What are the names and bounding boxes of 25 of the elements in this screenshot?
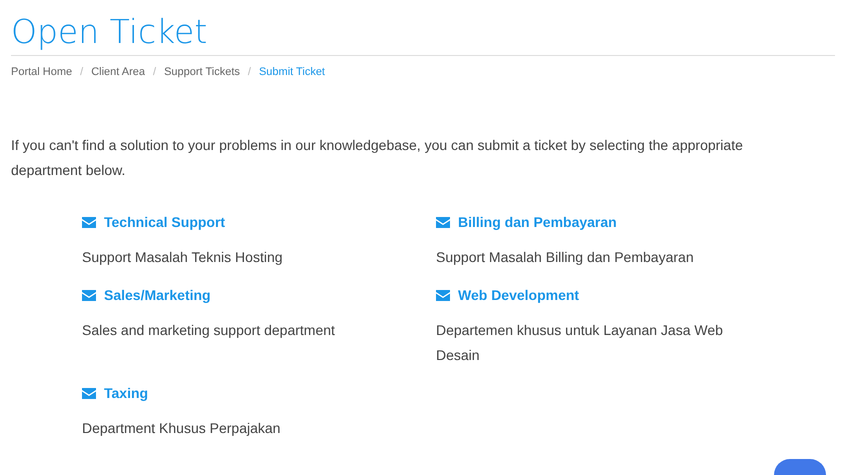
department-link[interactable]: Web Development [458,286,580,304]
department-description: Departemen khusus untuk Layanan Jasa Web Desain [436,321,724,365]
department-link[interactable]: Taxing [104,384,148,402]
department-description: Department Khusus Perpajakan [82,419,282,438]
breadcrumb-separator: / [248,65,251,79]
envelope-icon [436,216,450,228]
breadcrumb-separator: / [80,65,84,79]
department-description: Support Masalah Teknis Hosting [82,248,284,267]
chat-button[interactable] [774,459,826,475]
intro-paragraph: If you can't find a solution to your problems in our knowledgebase, you can submit a ticket by selecting the appropriate department below. [11,136,744,180]
department-link[interactable]: Sales/Marketing [104,286,211,304]
department-link[interactable]: Billing dan Pembayaran [458,213,617,231]
envelope-icon [82,388,96,398]
department-description: Support Masalah Billing dan Pembayaran [436,248,695,267]
breadcrumb-link[interactable]: Portal Home [11,65,72,79]
envelope-icon [436,290,450,300]
envelope-icon [82,216,96,228]
envelope-icon [82,290,96,300]
breadcrumb-link[interactable]: Support Tickets [164,65,240,79]
breadcrumb-link[interactable]: Client Area [91,65,146,79]
breadcrumb-current[interactable]: Submit Ticket [258,65,325,79]
department-link[interactable]: Technical Support [104,213,226,231]
page-title: Open Ticket [11,12,208,52]
breadcrumb-separator: / [153,65,156,79]
department-description: Sales and marketing support department [82,321,336,340]
